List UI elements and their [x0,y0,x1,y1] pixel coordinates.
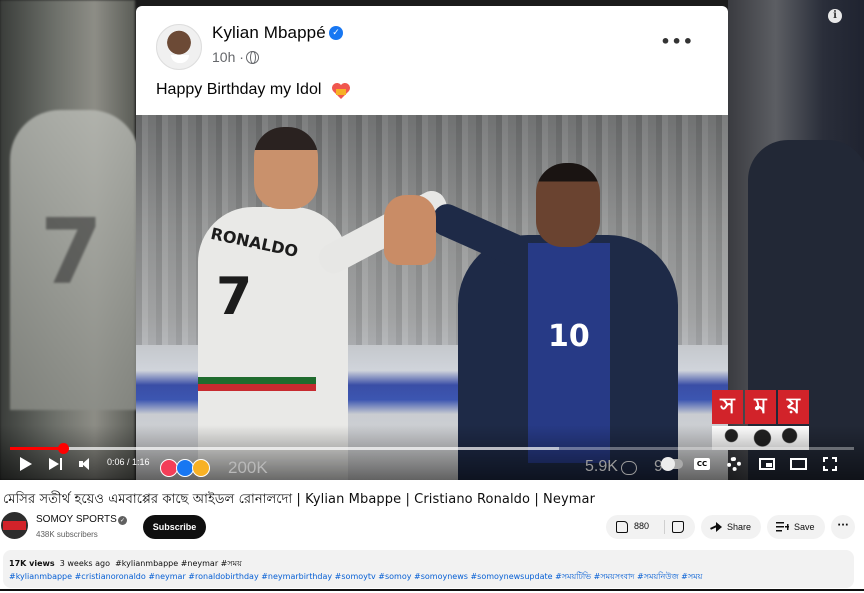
facebook-reactions [160,457,226,479]
post-author-avatar [156,24,202,70]
jersey-number-right: 10 [548,319,590,354]
channel-verified-icon: ✓ [118,516,127,525]
share-label: Share [727,522,752,532]
like-dislike-group: 880 [606,515,695,539]
post-time: 10h · [212,49,244,65]
channel-name[interactable]: SOMOY SPORTS [36,514,117,525]
miniplayer-icon[interactable] [759,458,775,470]
reaction-count: 200K [228,458,268,477]
hashtag-list[interactable]: #kylianmbappe #cristianoronaldo #neymar … [9,571,702,584]
description-meta: 17K views 3 weeks ago #kylianmbappe #ney… [9,558,242,571]
progress-bar[interactable] [10,443,854,454]
facebook-post-card: Kylian Mbappé ✓ 10h · ••• Happy Birthday… [136,6,728,480]
save-label: Save [794,522,815,532]
more-actions-button[interactable]: ··· [831,515,855,539]
subscriber-count: 438K subscribers [36,530,98,539]
played-bar [10,447,64,450]
share-icon [710,521,722,533]
fullscreen-icon[interactable] [823,457,837,471]
volume-icon[interactable] [78,455,94,473]
more-icon: ••• [660,32,694,51]
comment-count: 5.9K [585,458,618,475]
dislike-icon[interactable] [672,521,684,533]
inline-hashtags[interactable]: #kylianmbappe #neymar #সময় [115,559,242,568]
youtube-watch-page: 7 i Kylian Mbappé ✓ 10h · ••• Happy Birt… [0,0,864,593]
high-five-hands [384,195,436,265]
care-reaction-icon [192,459,210,477]
save-button[interactable]: Save [767,515,825,539]
share-button[interactable]: Share [701,515,761,539]
play-icon[interactable] [18,455,32,473]
like-count[interactable]: 880 [634,521,649,531]
upload-date: 3 weeks ago [59,559,110,568]
time-display: 0:06 / 1:16 [107,457,150,467]
view-count: 17K views [9,559,55,568]
post-text: Happy Birthday my Idol [156,81,322,98]
buffered-bar [10,447,559,450]
save-icon [776,522,789,532]
info-icon[interactable]: i [828,9,842,23]
post-author-name: Kylian Mbappé [212,23,326,42]
blurred-background-left: 7 [0,0,140,480]
next-icon[interactable] [48,455,64,473]
comment-icon [621,461,637,475]
divider [0,589,864,591]
cc-icon[interactable]: CC [694,458,710,470]
like-icon[interactable] [616,521,628,533]
verified-icon: ✓ [329,26,343,40]
channel-avatar[interactable] [1,512,28,539]
video-title: মেসির সতীর্থ হয়েও এমবাপ্পের কাছে আইডল র… [3,492,596,507]
subscribe-button[interactable]: Subscribe [143,515,206,539]
globe-icon [246,51,259,64]
heart-icon [332,83,350,99]
autoplay-toggle[interactable] [661,457,683,471]
settings-icon[interactable] [727,457,741,471]
description-box[interactable]: 17K views 3 weeks ago #kylianmbappe #ney… [3,550,854,588]
theater-icon[interactable] [790,458,807,470]
video-player[interactable]: 7 i Kylian Mbappé ✓ 10h · ••• Happy Birt… [0,0,864,480]
like-divider [664,520,665,534]
jersey-number-left: 7 [216,267,253,327]
